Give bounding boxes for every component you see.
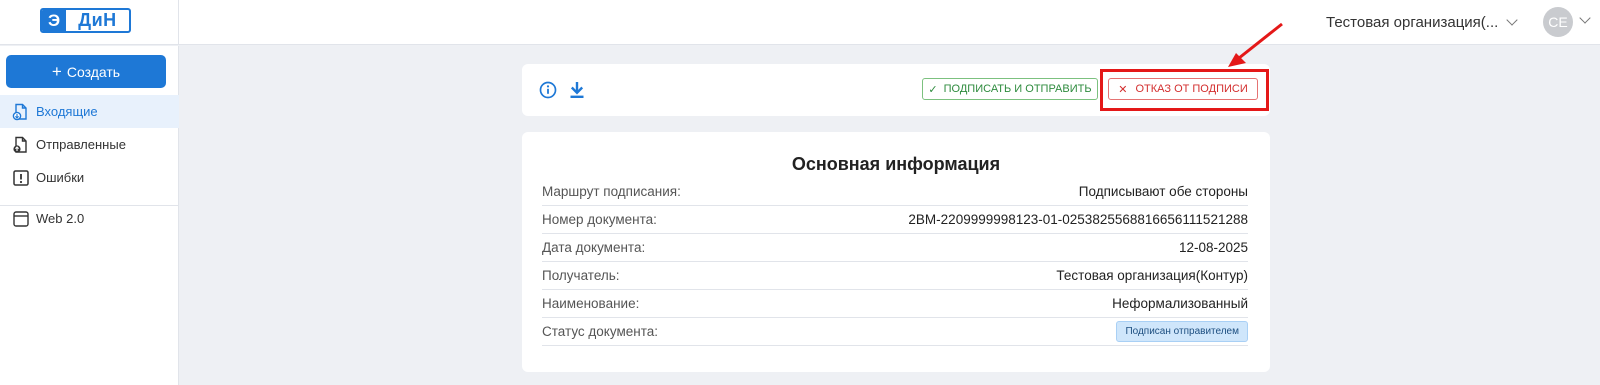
info-row: Статус документа: Подписан отправителем — [542, 318, 1248, 346]
logo-letter: Э — [42, 10, 66, 31]
info-label: Получатель: — [542, 268, 620, 283]
sent-doc-icon — [13, 136, 27, 153]
plus-icon: + — [51, 62, 62, 81]
logo-area: Э ДиН — [0, 0, 179, 45]
arrow-icon — [1228, 22, 1283, 67]
chevron-down-icon — [1506, 14, 1518, 26]
window-icon — [13, 210, 29, 227]
status-badge: Подписан отправителем — [1116, 321, 1248, 342]
info-row: Дата документа: 12-08-2025 — [542, 234, 1248, 262]
info-value: Тестовая организация(Контур) — [1056, 268, 1248, 283]
sidebar-item-label: Web 2.0 — [36, 211, 85, 226]
info-row: Маршрут подписания: Подписывают обе стор… — [542, 178, 1248, 206]
sidebar-item-label: Ошибки — [36, 170, 85, 185]
highlight-box — [1100, 69, 1269, 111]
check-icon: ✓ — [928, 83, 938, 96]
info-value: 12-08-2025 — [1178, 240, 1248, 255]
logo-text: ДиН — [78, 10, 117, 30]
avatar[interactable]: CE — [1543, 7, 1573, 37]
info-label: Статус документа: — [542, 324, 659, 339]
info-row: Номер документа: 2BM-2209999998123-01-02… — [542, 206, 1248, 234]
inbox-doc-icon — [12, 103, 27, 120]
info-row: Наименование: Неформализованный — [542, 290, 1248, 318]
download-icon[interactable] — [567, 80, 587, 100]
sign-label: ПОДПИСАТЬ И ОТПРАВИТЬ — [943, 83, 1092, 95]
info-value: Подписывают обе стороны — [1078, 184, 1248, 199]
info-icon[interactable] — [538, 80, 558, 100]
sign-and-send-button[interactable]: ✓ ПОДПИСАТЬ И ОТПРАВИТЬ — [922, 78, 1098, 100]
sidebar-item-web2[interactable]: Web 2.0 — [0, 202, 179, 235]
info-label: Дата документа: — [542, 240, 646, 255]
info-row: Получатель: Тестовая организация(Контур) — [542, 262, 1248, 290]
sidebar-item-label: Отправленные — [36, 137, 126, 152]
create-label: Создать — [66, 63, 121, 80]
create-button[interactable]: + Создать — [6, 55, 166, 88]
info-label: Наименование: — [542, 296, 640, 311]
info-label: Маршрут подписания: — [542, 184, 681, 199]
sidebar: + Создать Входящие Отправленные Ошибки W… — [0, 46, 179, 385]
main-info-card: Основная информация Маршрут подписания: … — [522, 132, 1270, 372]
edin-logo[interactable]: Э ДиН — [40, 8, 131, 33]
sidebar-item-inbox[interactable]: Входящие — [0, 95, 179, 128]
top-bar: Э ДиН Тестовая организация(... CE — [0, 0, 1600, 45]
organization-select[interactable]: Тестовая организация(... — [1326, 10, 1518, 34]
organization-name: Тестовая организация(... — [1326, 13, 1499, 31]
info-title: Основная информация — [791, 154, 1001, 174]
info-label: Номер документа: — [542, 212, 657, 227]
error-icon — [13, 169, 29, 186]
sidebar-item-sent[interactable]: Отправленные — [0, 128, 179, 161]
info-value: Неформализованный — [1112, 296, 1248, 311]
info-value: 2BM-2209999998123-01-0253825568816656111… — [908, 212, 1248, 227]
sidebar-item-errors[interactable]: Ошибки — [0, 161, 179, 194]
chevron-down-icon[interactable] — [1579, 12, 1591, 24]
sidebar-item-label: Входящие — [36, 104, 98, 119]
